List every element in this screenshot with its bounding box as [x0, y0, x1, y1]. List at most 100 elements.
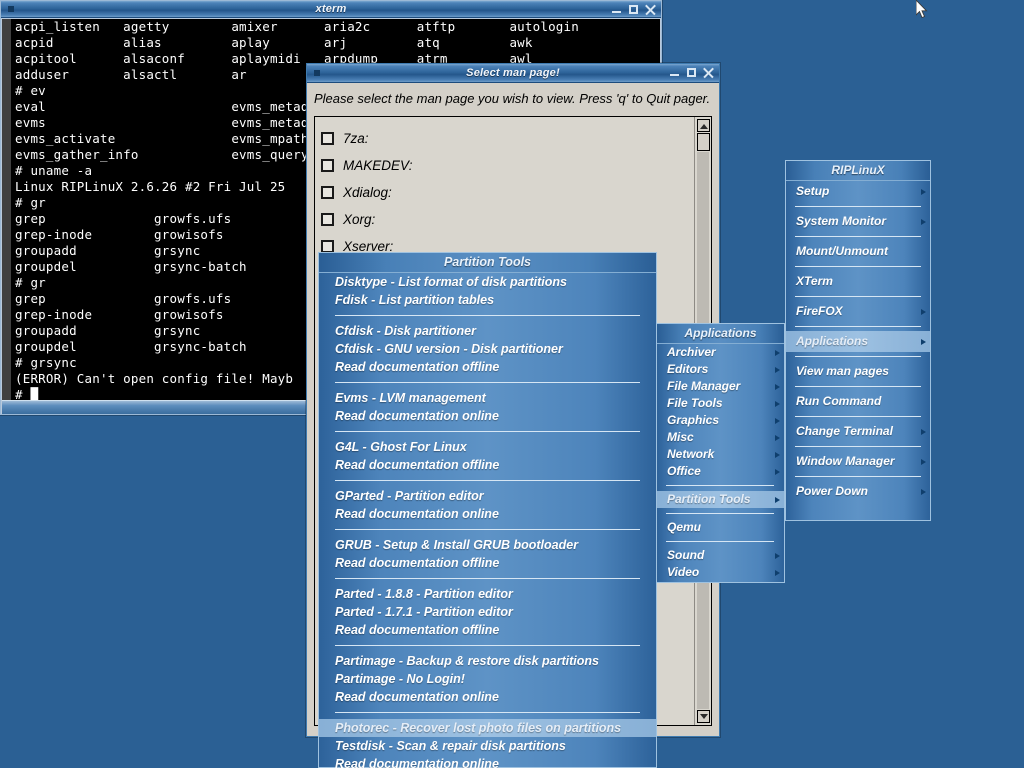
menu-item-parted-188[interactable]: Parted - 1.8.8 - Partition editor [319, 585, 656, 603]
checkbox[interactable] [321, 213, 334, 226]
menu-item-network[interactable]: Network [657, 446, 784, 463]
menu-item-evms-docs[interactable]: Read documentation online [319, 407, 656, 425]
chevron-right-icon [775, 400, 780, 407]
menu-item-applications[interactable]: Applications [786, 331, 930, 352]
menu-item-misc[interactable]: Misc [657, 429, 784, 446]
checkbox[interactable] [321, 186, 334, 199]
menu-item-partimage-docs[interactable]: Read documentation online [319, 688, 656, 706]
menu-item-file-manager[interactable]: File Manager [657, 378, 784, 395]
list-item[interactable]: 7za: [321, 125, 694, 152]
minimize-icon[interactable] [669, 67, 680, 78]
menu-item-cfdisk-docs[interactable]: Read documentation offline [319, 358, 656, 376]
menu-item-fdisk[interactable]: Fdisk - List partition tables [319, 291, 656, 309]
menu-separator [335, 382, 640, 383]
menu-item-xterm[interactable]: XTerm [786, 271, 930, 292]
list-item-label: MAKEDEV: [343, 158, 413, 173]
menu-item-sound[interactable]: Sound [657, 547, 784, 564]
xterm-titlebar-buttons [611, 1, 656, 18]
window-menu-icon[interactable] [8, 6, 14, 12]
partition-tools-menu[interactable]: Partition Tools Disktype - List format o… [318, 252, 657, 768]
menu-title: Partition Tools [319, 253, 656, 273]
menu-item-video[interactable]: Video [657, 564, 784, 581]
riplinux-menu[interactable]: RIPLinuX Setup System Monitor Mount/Unmo… [785, 160, 931, 521]
menu-item-office[interactable]: Office [657, 463, 784, 480]
list-item[interactable]: MAKEDEV: [321, 152, 694, 179]
xterm-title: xterm [315, 3, 347, 15]
menu-separator [335, 315, 640, 316]
window-menu-icon[interactable] [314, 70, 320, 76]
menu-item-system-monitor[interactable]: System Monitor [786, 211, 930, 232]
menu-item-disktype[interactable]: Disktype - List format of disk partition… [319, 273, 656, 291]
maximize-icon[interactable] [628, 4, 639, 15]
menu-item-file-tools[interactable]: File Tools [657, 395, 784, 412]
menu-separator [795, 206, 921, 207]
menu-item-label: Window Manager [796, 454, 895, 468]
close-icon[interactable] [703, 67, 714, 78]
menu-item-editors[interactable]: Editors [657, 361, 784, 378]
menu-item-firefox[interactable]: FireFOX [786, 301, 930, 322]
list-item-label: 7za: [343, 131, 369, 146]
menu-item-view-man-pages[interactable]: View man pages [786, 361, 930, 382]
menu-item-gparted-docs[interactable]: Read documentation online [319, 505, 656, 523]
list-item[interactable]: Xorg: [321, 206, 694, 233]
chevron-right-icon [775, 569, 780, 576]
scroll-up-icon[interactable] [697, 119, 710, 132]
menu-item-evms[interactable]: Evms - LVM management [319, 389, 656, 407]
chevron-right-icon [775, 417, 780, 424]
menu-separator [795, 446, 921, 447]
menu-item-label: Run Command [796, 394, 882, 408]
menu-item-grub[interactable]: GRUB - Setup & Install GRUB bootloader [319, 536, 656, 554]
desktop: xterm acpi_listen agetty amixer aria2c a… [0, 0, 1024, 768]
menu-item-photorec[interactable]: Photorec - Recover lost photo files on p… [319, 719, 656, 737]
menu-item-g4l-docs[interactable]: Read documentation offline [319, 456, 656, 474]
menu-item-partimage-nologin[interactable]: Partimage - No Login! [319, 670, 656, 688]
menu-item-testdisk-docs-online[interactable]: Read documentation online [319, 755, 656, 768]
xterm-scrollbar[interactable] [2, 19, 12, 400]
menu-separator [795, 476, 921, 477]
applications-menu[interactable]: Applications Archiver Editors File Manag… [656, 323, 785, 583]
menu-item-partimage[interactable]: Partimage - Backup & restore disk partit… [319, 652, 656, 670]
menu-item-label: Sound [667, 548, 705, 562]
scrollbar-thumb[interactable] [697, 133, 710, 151]
list-item-label: Xorg: [343, 212, 376, 227]
menu-item-label: View man pages [796, 364, 889, 378]
menu-separator [795, 356, 921, 357]
menu-item-label: Graphics [667, 413, 720, 427]
chevron-right-icon [921, 308, 926, 315]
chevron-right-icon [775, 496, 780, 503]
chevron-right-icon [775, 434, 780, 441]
list-item[interactable]: Xdialog: [321, 179, 694, 206]
menu-item-cfdisk[interactable]: Cfdisk - Disk partitioner [319, 322, 656, 340]
checkbox[interactable] [321, 159, 334, 172]
checkbox[interactable] [321, 132, 334, 145]
manpage-titlebar[interactable]: Select man page! [307, 64, 719, 83]
menu-item-parted-171[interactable]: Parted - 1.7.1 - Partition editor [319, 603, 656, 621]
menu-separator [795, 326, 921, 327]
menu-item-graphics[interactable]: Graphics [657, 412, 784, 429]
menu-item-change-terminal[interactable]: Change Terminal [786, 421, 930, 442]
menu-item-partition-tools[interactable]: Partition Tools [657, 491, 784, 508]
menu-item-archiver[interactable]: Archiver [657, 344, 784, 361]
menu-item-setup[interactable]: Setup [786, 181, 930, 202]
menu-item-label: Video [667, 565, 700, 579]
menu-item-parted-docs[interactable]: Read documentation offline [319, 621, 656, 639]
menu-item-qemu[interactable]: Qemu [657, 519, 784, 536]
scroll-down-icon[interactable] [697, 710, 710, 723]
menu-item-power-down[interactable]: Power Down [786, 481, 930, 502]
minimize-icon[interactable] [611, 4, 622, 15]
chevron-right-icon [921, 428, 926, 435]
menu-item-gparted[interactable]: GParted - Partition editor [319, 487, 656, 505]
menu-item-g4l[interactable]: G4L - Ghost For Linux [319, 438, 656, 456]
menu-item-label: System Monitor [796, 214, 887, 228]
menu-item-mount-unmount[interactable]: Mount/Unmount [786, 241, 930, 262]
close-icon[interactable] [645, 4, 656, 15]
menu-separator [795, 296, 921, 297]
menu-item-cfdisk-gnu[interactable]: Cfdisk - GNU version - Disk partitioner [319, 340, 656, 358]
maximize-icon[interactable] [686, 67, 697, 78]
menu-item-window-manager[interactable]: Window Manager [786, 451, 930, 472]
xterm-titlebar[interactable]: xterm [1, 1, 661, 18]
menu-item-grub-docs[interactable]: Read documentation offline [319, 554, 656, 572]
menu-item-testdisk[interactable]: Testdisk - Scan & repair disk partitions [319, 737, 656, 755]
menu-item-label: Archiver [667, 345, 716, 359]
menu-item-run-command[interactable]: Run Command [786, 391, 930, 412]
